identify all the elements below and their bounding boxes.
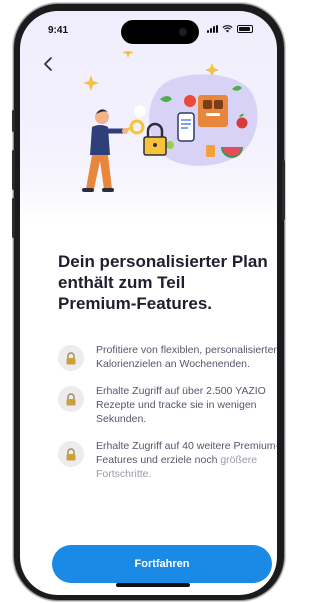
juice-icon — [206, 145, 215, 157]
feature-item: Erhalte Zugriff auf 40 weitere Premium-F… — [58, 439, 277, 481]
feature-text: Erhalte Zugriff auf über 2.500 YAZIO Rez… — [96, 385, 266, 425]
person-figure — [82, 109, 128, 192]
lock-icon — [58, 441, 84, 467]
lock-icon — [58, 386, 84, 412]
feature-item: Erhalte Zugriff auf über 2.500 YAZIO Rez… — [58, 384, 277, 426]
lock-icon — [58, 345, 84, 371]
status-time: 9:41 — [48, 25, 69, 36]
volume-down-button — [12, 198, 15, 238]
feature-list: Profitiere von flexiblen, personalisiert… — [58, 343, 277, 494]
wifi-icon — [222, 25, 233, 33]
phone-icon — [177, 112, 195, 142]
home-indicator[interactable] — [116, 583, 190, 587]
page-title: Dein personalisierter Plan enthält zum T… — [58, 252, 268, 313]
lime-icon — [166, 141, 174, 149]
feature-text: Profitiere von flexiblen, personalisiert… — [96, 344, 277, 370]
premium-illustration — [82, 51, 258, 192]
feature-item: Profitiere von flexiblen, personalisiert… — [58, 343, 277, 371]
continue-button[interactable]: Fortfahren — [52, 545, 272, 583]
camera-dot — [179, 28, 187, 36]
apple-icon — [236, 117, 248, 129]
signal-icon — [207, 25, 218, 33]
tomato-icon — [184, 95, 196, 107]
battery-icon — [237, 25, 253, 33]
feature-text: Erhalte Zugriff auf 40 weitere Premium-F… — [96, 440, 277, 480]
mute-switch — [12, 110, 15, 132]
sparkle-icon — [83, 75, 99, 91]
scale-icon — [198, 95, 228, 127]
volume-up-button — [12, 150, 15, 190]
sparkle-icon — [122, 51, 134, 58]
dynamic-island — [121, 20, 199, 44]
status-icons — [207, 25, 253, 33]
power-button — [282, 160, 285, 220]
app-screen: 9:41 Dein personalisierter Plan enthält … — [20, 11, 277, 595]
